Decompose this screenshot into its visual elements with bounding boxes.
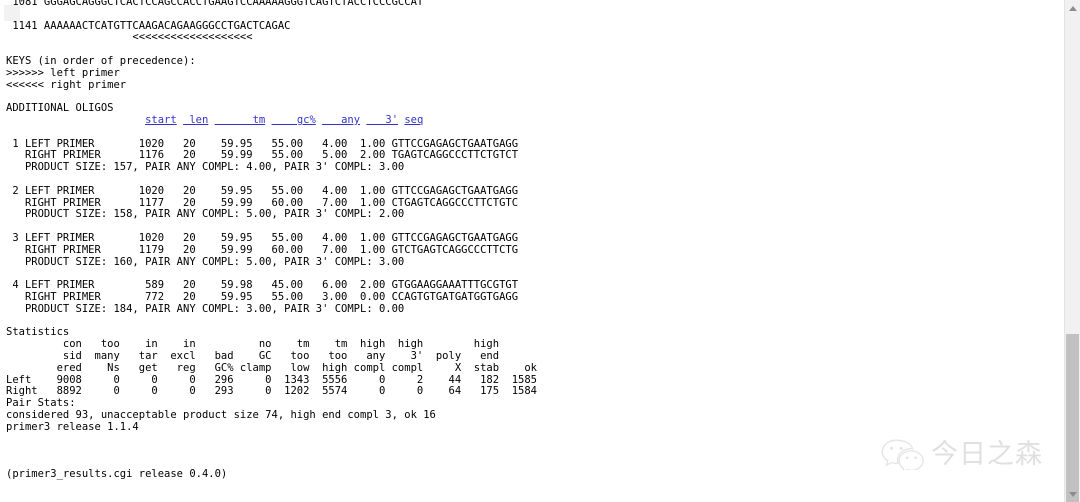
scroll-down-glyph <box>1068 491 1077 497</box>
statistics-row-left: Left 9008 0 0 0 296 0 1343 5556 0 2 44 1… <box>6 373 538 386</box>
statistics-header-row-3: ered Ns get reg GC% clamp low high compl… <box>6 361 538 374</box>
column-header-3prime: 3' <box>366 113 399 126</box>
oligo-pair-4-left: 4 LEFT PRIMER 589 20 59.98 45.00 6.00 2.… <box>6 279 519 292</box>
sequence-line-1081: 1081 GGGAGCAGGGCTCACTCCAGCCACCTGAAGTCCAA… <box>6 0 424 8</box>
statistics-header-row-1: con too in in no tm tm high high high <box>6 338 538 351</box>
oligo-pair-4-right: RIGHT PRIMER 772 20 59.95 55.00 3.00 0.0… <box>6 290 519 303</box>
scroll-down-arrow-icon[interactable] <box>1065 486 1080 502</box>
additional-oligos-title: ADDITIONAL OLIGOS <box>6 102 114 115</box>
column-header-seq: seq <box>404 113 424 126</box>
keys-entry-left-primer: >>>>>> left primer <box>6 66 120 79</box>
pair-stats-label: Pair Stats: <box>6 397 76 410</box>
primer3-results-page: 1081 GGGAGCAGGGCTCACTCCAGCCACCTGAAGTCCAA… <box>0 0 1064 502</box>
column-header-any: any <box>322 113 361 126</box>
column-header-gc: gc% <box>271 113 316 126</box>
column-header-start: start <box>145 113 177 126</box>
pair-stats-line: considered 93, unacceptable product size… <box>6 408 436 421</box>
vertical-scrollbar[interactable] <box>1064 0 1080 502</box>
keys-title: KEYS (in order of precedence): <box>6 54 196 67</box>
oligo-pair-4-product: PRODUCT SIZE: 184, PAIR ANY COMPL: 3.00,… <box>6 302 405 315</box>
right-primer-marks: <<<<<<<<<<<<<<<<<<< <box>6 31 253 44</box>
scroll-up-glyph <box>1068 5 1077 11</box>
sequence-line-1141: 1141 AAAAAACTCATGTTCAAGACAGAAGGGCCTGACTC… <box>6 19 291 32</box>
scroll-up-arrow-icon[interactable] <box>1065 0 1080 16</box>
statistics-row-right: Right 8892 0 0 0 293 0 1202 5574 0 0 64 … <box>6 385 538 398</box>
statistics-title: Statistics <box>6 326 70 339</box>
oligo-pair-3-left: 3 LEFT PRIMER 1020 20 59.95 55.00 4.00 1… <box>6 231 519 244</box>
oligo-columns-header: start len tm gc% any 3' seq <box>6 114 423 126</box>
scrollbar-thumb[interactable] <box>1066 334 1079 502</box>
oligo-pair-2-right: RIGHT PRIMER 1177 20 59.99 60.00 7.00 1.… <box>6 196 519 209</box>
oligo-pair-1-right: RIGHT PRIMER 1176 20 59.99 55.00 5.00 2.… <box>6 149 519 162</box>
oligo-pair-1-product: PRODUCT SIZE: 157, PAIR ANY COMPL: 4.00,… <box>6 161 405 174</box>
wechat-icon <box>880 438 924 470</box>
watermark: 今日之森 <box>880 432 1050 476</box>
column-header-tm: tm <box>214 113 266 126</box>
primer3-release-line: primer3 release 1.1.4 <box>6 420 139 433</box>
primer3-report-text: 1081 GGGAGCAGGGCTCACTCCAGCCACCTGAAGTCCAA… <box>6 0 537 481</box>
watermark-text: 今日之森 <box>931 438 1043 470</box>
oligo-pair-3-right: RIGHT PRIMER 1179 20 59.99 60.00 7.00 1.… <box>6 243 519 256</box>
column-header-len: len <box>183 113 209 126</box>
oligo-pair-2-left: 2 LEFT PRIMER 1020 20 59.95 55.00 4.00 1… <box>6 184 519 197</box>
scrollbar-track[interactable] <box>1065 16 1080 502</box>
statistics-header-row-2: sid many tar excl bad GC too too any 3' … <box>6 349 538 362</box>
cgi-release-line: (primer3_results.cgi release 0.4.0) <box>6 467 228 480</box>
oligo-pair-1-left: 1 LEFT PRIMER 1020 20 59.95 55.00 4.00 1… <box>6 137 519 150</box>
oligo-pair-3-product: PRODUCT SIZE: 160, PAIR ANY COMPL: 5.00,… <box>6 255 405 268</box>
oligo-pair-2-product: PRODUCT SIZE: 158, PAIR ANY COMPL: 5.00,… <box>6 208 405 221</box>
keys-entry-right-primer: <<<<<< right primer <box>6 78 127 91</box>
